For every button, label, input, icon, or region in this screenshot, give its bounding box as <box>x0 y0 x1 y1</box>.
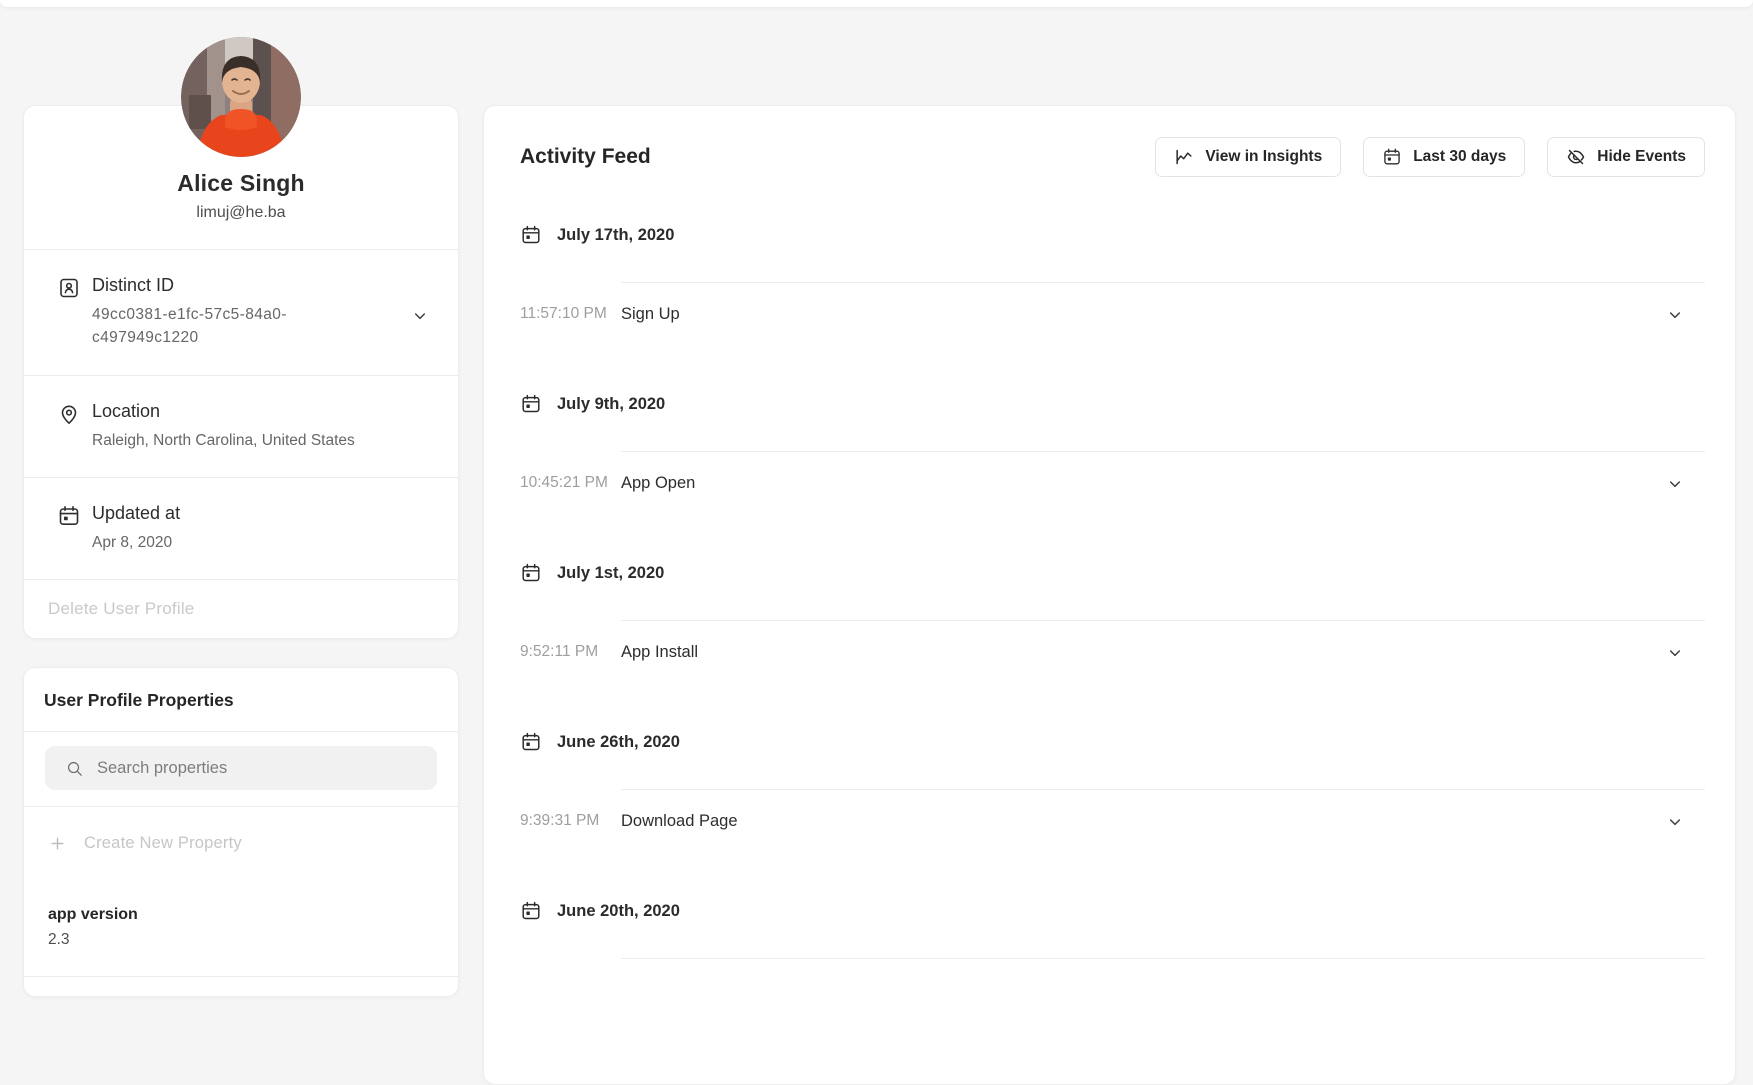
property-value: 2.3 <box>48 931 434 949</box>
event-expand-row[interactable]: App Open <box>621 451 1705 515</box>
date-header: July 17th, 2020 <box>520 223 1705 247</box>
field-text: Location Raleigh, North Carolina, United … <box>92 401 355 452</box>
search-icon <box>65 759 84 778</box>
event-time: 10:45:21 PM <box>520 451 621 515</box>
feed-actions: View in Insights Last 30 days Hide Events <box>1155 137 1705 177</box>
event-time: 11:57:10 PM <box>520 282 621 346</box>
top-bar <box>0 0 1753 7</box>
event-name: Sign Up <box>621 305 680 324</box>
event-name: Download Page <box>621 812 738 831</box>
plus-icon <box>49 835 66 852</box>
date-header: June 20th, 2020 <box>520 899 1705 923</box>
view-in-insights-button[interactable]: View in Insights <box>1155 137 1341 177</box>
activity-feed-card: Activity Feed View in Insights Last 30 da… <box>483 105 1736 1085</box>
date-label: July 17th, 2020 <box>557 226 674 245</box>
create-new-property-button[interactable]: Create New Property <box>24 806 458 876</box>
delete-user-profile-button[interactable]: Delete User Profile <box>24 579 458 638</box>
date-label: June 26th, 2020 <box>557 733 680 752</box>
field-text: Updated at Apr 8, 2020 <box>92 503 180 554</box>
event-row: 11:57:10 PMSign Up <box>520 282 1705 346</box>
event-row: 9:52:11 PMApp Install <box>520 620 1705 684</box>
button-label: Last 30 days <box>1413 148 1506 166</box>
property-list-item[interactable]: app version 2.3 <box>24 876 458 977</box>
avatar <box>181 37 301 157</box>
calendar-icon <box>520 393 542 415</box>
feed-date-group: July 1st, 2020 9:52:11 PMApp Install <box>520 561 1705 684</box>
line-chart-icon <box>1174 147 1194 167</box>
chevron-down-icon[interactable] <box>1667 476 1683 492</box>
field-value: Apr 8, 2020 <box>92 531 180 554</box>
calendar-icon <box>57 504 81 528</box>
field-value: Raleigh, North Carolina, United States <box>92 429 355 452</box>
profile-field-distinct-id: Distinct ID 49cc0381-e1fc-57c5-84a0-c4979… <box>24 249 458 375</box>
chevron-down-icon[interactable] <box>1667 307 1683 323</box>
chevron-down-icon[interactable] <box>1667 814 1683 830</box>
id-card-icon <box>57 276 81 300</box>
feed-date-group: July 17th, 2020 11:57:10 PMSign Up <box>520 223 1705 346</box>
field-text: Distinct ID 49cc0381-e1fc-57c5-84a0-c4979… <box>92 275 308 350</box>
field-value: 49cc0381-e1fc-57c5-84a0-c497949c1220 <box>92 303 308 350</box>
profile-sidebar: Alice Singh limuj@he.ba Distinct ID 49cc0… <box>23 105 459 997</box>
event-expand-row[interactable]: App Install <box>621 620 1705 684</box>
field-label: Location <box>92 401 355 422</box>
button-label: Hide Events <box>1597 148 1686 166</box>
profile-name: Alice Singh <box>44 170 438 197</box>
calendar-icon <box>520 731 542 753</box>
properties-search-section <box>24 731 458 806</box>
search-properties-input[interactable] <box>97 759 423 778</box>
event-body <box>621 958 1705 1078</box>
event-row: 9:39:31 PMDownload Page <box>520 789 1705 853</box>
calendar-icon <box>520 224 542 246</box>
profile-field-updated-at: Updated at Apr 8, 2020 <box>24 477 458 579</box>
last-30-days-button[interactable]: Last 30 days <box>1363 137 1525 177</box>
date-header: June 26th, 2020 <box>520 730 1705 754</box>
event-row: 10:45:21 PMApp Open <box>520 451 1705 515</box>
event-time <box>520 958 621 1022</box>
eye-off-icon <box>1566 147 1586 167</box>
event-row <box>520 958 1705 1078</box>
date-label: July 1st, 2020 <box>557 564 664 583</box>
activity-feed-title: Activity Feed <box>520 145 651 169</box>
event-name: App Open <box>621 474 695 493</box>
calendar-icon <box>520 562 542 584</box>
field-label: Updated at <box>92 503 180 524</box>
profile-email: limuj@he.ba <box>44 204 438 222</box>
chevron-down-icon[interactable] <box>412 308 428 324</box>
feed-date-group: July 9th, 2020 10:45:21 PMApp Open <box>520 392 1705 515</box>
event-time: 9:39:31 PM <box>520 789 621 853</box>
event-expand-row[interactable]: Download Page <box>621 789 1705 853</box>
property-name: app version <box>48 906 434 924</box>
profile-card: Alice Singh limuj@he.ba Distinct ID 49cc0… <box>23 105 459 639</box>
event-time: 9:52:11 PM <box>520 620 621 684</box>
event-name: App Install <box>621 643 698 662</box>
profile-field-location: Location Raleigh, North Carolina, United … <box>24 375 458 477</box>
properties-title: User Profile Properties <box>24 668 458 731</box>
date-header: July 9th, 2020 <box>520 392 1705 416</box>
calendar-icon <box>1382 147 1402 167</box>
feed-date-group: June 26th, 2020 9:39:31 PMDownload Page <box>520 730 1705 853</box>
location-pin-icon <box>57 402 81 426</box>
search-properties-box[interactable] <box>45 746 437 790</box>
button-label: View in Insights <box>1205 148 1322 166</box>
event-expand-row[interactable]: Sign Up <box>621 282 1705 346</box>
calendar-icon <box>520 900 542 922</box>
chevron-down-icon[interactable] <box>1667 645 1683 661</box>
feed-date-group: June 20th, 2020 <box>520 899 1705 1078</box>
date-header: July 1st, 2020 <box>520 561 1705 585</box>
date-label: June 20th, 2020 <box>557 902 680 921</box>
create-new-property-label: Create New Property <box>84 834 242 853</box>
activity-feed-header: Activity Feed View in Insights Last 30 da… <box>520 106 1705 177</box>
date-label: July 9th, 2020 <box>557 395 665 414</box>
field-label: Distinct ID <box>92 275 308 296</box>
hide-events-button[interactable]: Hide Events <box>1547 137 1705 177</box>
